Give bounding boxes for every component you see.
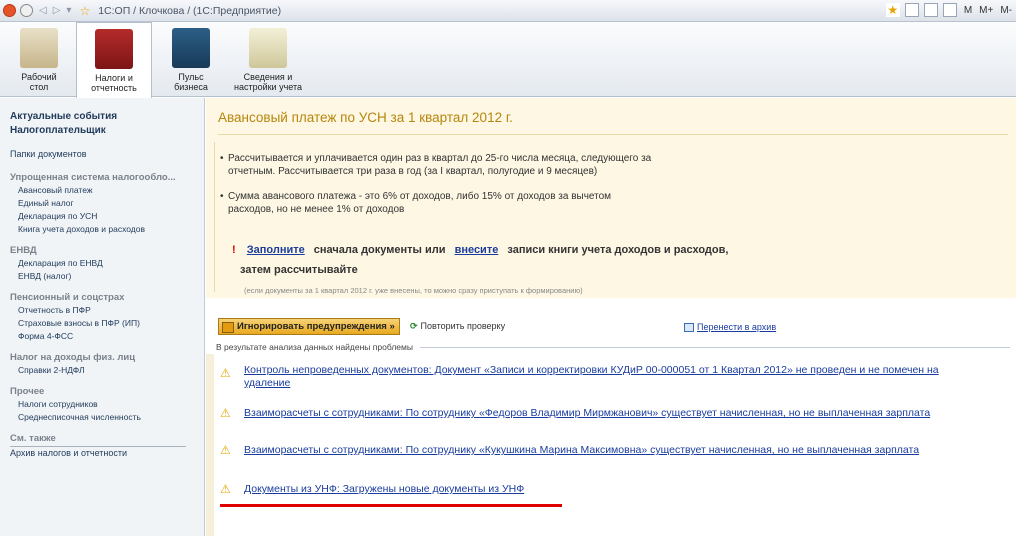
problem-link[interactable]: Взаиморасчеты с сотрудниками: По сотрудн… bbox=[244, 444, 1014, 457]
sidebar-item-pfr-contributions[interactable]: Страховые взносы в ПФР (ИП) bbox=[10, 317, 204, 330]
history-icon[interactable] bbox=[904, 3, 919, 17]
memory-minus-button[interactable]: M- bbox=[1000, 5, 1012, 16]
warning-text: записи книги учета доходов и расходов, bbox=[507, 244, 729, 256]
divider bbox=[420, 347, 1010, 348]
bullet-line: расходов, но не менее 1% от доходов bbox=[228, 204, 405, 215]
recheck-button[interactable]: ⟳ Повторить проверку bbox=[410, 321, 505, 332]
section-label: отчетность bbox=[91, 83, 137, 93]
recheck-label: Повторить проверку bbox=[420, 321, 506, 331]
bullet-text: Сумма авансового платежа - это 6% от дох… bbox=[220, 190, 768, 216]
back-arrow-icon[interactable]: ◁ bbox=[39, 5, 47, 16]
sidebar-item-fss-form[interactable]: Форма 4-ФСС bbox=[10, 330, 204, 343]
section-taxes[interactable]: Налоги и отчетность bbox=[76, 22, 152, 98]
bullet-line: Сумма авансового платежа - это 6% от дох… bbox=[228, 191, 612, 202]
divider bbox=[218, 134, 1008, 135]
section-desktop[interactable]: Рабочий стол bbox=[8, 22, 70, 97]
calculator-icon[interactable] bbox=[923, 3, 938, 17]
clipboard-icon bbox=[249, 28, 287, 68]
section-label: настройки учета bbox=[233, 82, 303, 92]
warning-triangle-icon: ⚠ bbox=[220, 443, 231, 457]
problem-text: Контроль непроведенных документов: Докум… bbox=[244, 364, 939, 376]
sidebar-item-usn-declaration[interactable]: Декларация по УСН bbox=[10, 210, 204, 223]
sidebar-group-ndfl: Налог на доходы физ. лиц bbox=[10, 352, 136, 363]
sidebar-item-folders[interactable]: Папки документов bbox=[10, 148, 204, 161]
problems-side-stripe bbox=[206, 354, 214, 536]
sidebar-item-envd-declaration[interactable]: Декларация по ЕНВД bbox=[10, 257, 204, 270]
sidebar-item-taxpayer[interactable]: Налогоплательщик bbox=[10, 124, 204, 138]
warning-message: ! Заполните сначала документы или внесит… bbox=[232, 244, 728, 276]
sidebar-item-single-tax[interactable]: Единый налог bbox=[10, 197, 204, 210]
sidebar-item-income-book[interactable]: Книга учета доходов и расходов bbox=[10, 223, 204, 236]
archive-label: Перенести в архив bbox=[697, 322, 777, 332]
info-banner: Авансовый платеж по УСН за 1 квартал 201… bbox=[206, 98, 1016, 298]
problem-text: удаление bbox=[244, 377, 291, 389]
problem-link[interactable]: Документы из УНФ: Загружены новые докуме… bbox=[244, 483, 1014, 496]
page-title: Авансовый платеж по УСН за 1 квартал 201… bbox=[218, 110, 513, 125]
section-business-pulse[interactable]: Пульс бизнеса bbox=[160, 22, 222, 97]
problems-caption: В результате анализа данных найдены проб… bbox=[216, 342, 413, 352]
sidebar-item-pfr-reports[interactable]: Отчетность в ПФР bbox=[10, 304, 204, 317]
favorite-star-icon[interactable]: ☆ bbox=[79, 4, 90, 18]
sidebar: Актуальные события Налогоплательщик Папк… bbox=[0, 98, 205, 536]
warning-triangle-icon: ⚠ bbox=[220, 482, 231, 496]
bullet-line: отчетным. Рассчитывается три раза в год … bbox=[228, 166, 598, 177]
forward-arrow-icon[interactable]: ▷ bbox=[53, 5, 61, 16]
main-content: Авансовый платеж по УСН за 1 квартал 201… bbox=[206, 98, 1016, 536]
history-dropdown-icon[interactable]: ▾ bbox=[66, 5, 71, 16]
warning-triangle-icon: ⚠ bbox=[220, 406, 231, 420]
banner-side-line bbox=[214, 142, 218, 292]
ignore-warnings-button[interactable]: Игнорировать предупреждения » bbox=[218, 318, 400, 335]
section-label: Сведения и bbox=[243, 72, 293, 82]
problem-link[interactable]: Контроль непроведенных документов: Докум… bbox=[244, 364, 1014, 390]
tax-book-icon bbox=[95, 29, 133, 69]
sidebar-group-pension: Пенсионный и соцстрах bbox=[10, 292, 125, 303]
memory-plus-button[interactable]: M+ bbox=[979, 5, 993, 16]
enter-records-link[interactable]: внесите bbox=[455, 244, 499, 256]
sidebar-item-archive[interactable]: Архив налогов и отчетности bbox=[10, 447, 204, 460]
archive-icon bbox=[684, 323, 694, 333]
calendar-icon[interactable] bbox=[942, 3, 957, 17]
hint-note: (если документы за 1 квартал 2012 г. уже… bbox=[244, 286, 583, 295]
section-label: Рабочий bbox=[21, 72, 57, 82]
memory-button[interactable]: M bbox=[964, 5, 972, 16]
move-to-archive-link[interactable]: Перенести в архив bbox=[684, 322, 777, 333]
sidebar-item-envd-tax[interactable]: ЕНВД (налог) bbox=[10, 270, 204, 283]
exclamation-icon: ! bbox=[232, 244, 236, 256]
menu-dropdown-icon[interactable] bbox=[20, 4, 33, 17]
bullet-text: Рассчитывается и уплачивается один раз в… bbox=[220, 152, 768, 178]
app-logo-icon[interactable] bbox=[3, 4, 16, 17]
sections-panel: Рабочий стол Налоги и отчетность Пульс б… bbox=[0, 22, 1016, 98]
section-label: Налоги и bbox=[95, 73, 133, 83]
warning-text: сначала документы или bbox=[313, 244, 446, 256]
highlight-underline bbox=[220, 504, 562, 507]
fill-documents-link[interactable]: Заполните bbox=[247, 244, 305, 256]
window-titlebar: ◁ ▷ ▾ ☆ 1С:ОП / Клочкова / (1С:Предприят… bbox=[0, 0, 1016, 22]
sidebar-item-headcount[interactable]: Среднесписочная численность bbox=[10, 411, 204, 424]
titlebar-tools: ★ M M+ M- bbox=[885, 3, 1012, 17]
sidebar-item-advance[interactable]: Авансовый платеж bbox=[10, 184, 204, 197]
sidebar-item-employee-taxes[interactable]: Налоги сотрудников bbox=[10, 398, 204, 411]
favorites-icon[interactable]: ★ bbox=[885, 3, 900, 17]
section-label: Пульс bbox=[178, 72, 204, 82]
sidebar-group-other: Прочее bbox=[10, 386, 45, 397]
desk-icon bbox=[20, 28, 58, 68]
window-title: 1С:ОП / Клочкова / (1С:Предприятие) bbox=[98, 4, 282, 17]
section-settings[interactable]: Сведения и настройки учета bbox=[232, 22, 304, 97]
sidebar-group-usn: Упрощенная система налогообло... bbox=[10, 172, 176, 183]
problem-link[interactable]: Взаиморасчеты с сотрудниками: По сотрудн… bbox=[244, 407, 1014, 420]
section-label: стол bbox=[29, 82, 49, 92]
refresh-icon: ⟳ bbox=[410, 321, 418, 331]
sidebar-item-events[interactable]: Актуальные события bbox=[10, 110, 204, 124]
sidebar-item-ndfl-certificates[interactable]: Справки 2-НДФЛ bbox=[10, 364, 204, 377]
pulse-monitor-icon bbox=[172, 28, 210, 68]
section-label: бизнеса bbox=[174, 82, 208, 92]
bullet-line: Рассчитывается и уплачивается один раз в… bbox=[228, 153, 652, 164]
sidebar-group-envd: ЕНВД bbox=[10, 245, 37, 256]
sidebar-see-also: См. также bbox=[10, 433, 56, 444]
warning-text: затем рассчитывайте bbox=[240, 264, 358, 276]
warning-triangle-icon: ⚠ bbox=[220, 366, 231, 380]
